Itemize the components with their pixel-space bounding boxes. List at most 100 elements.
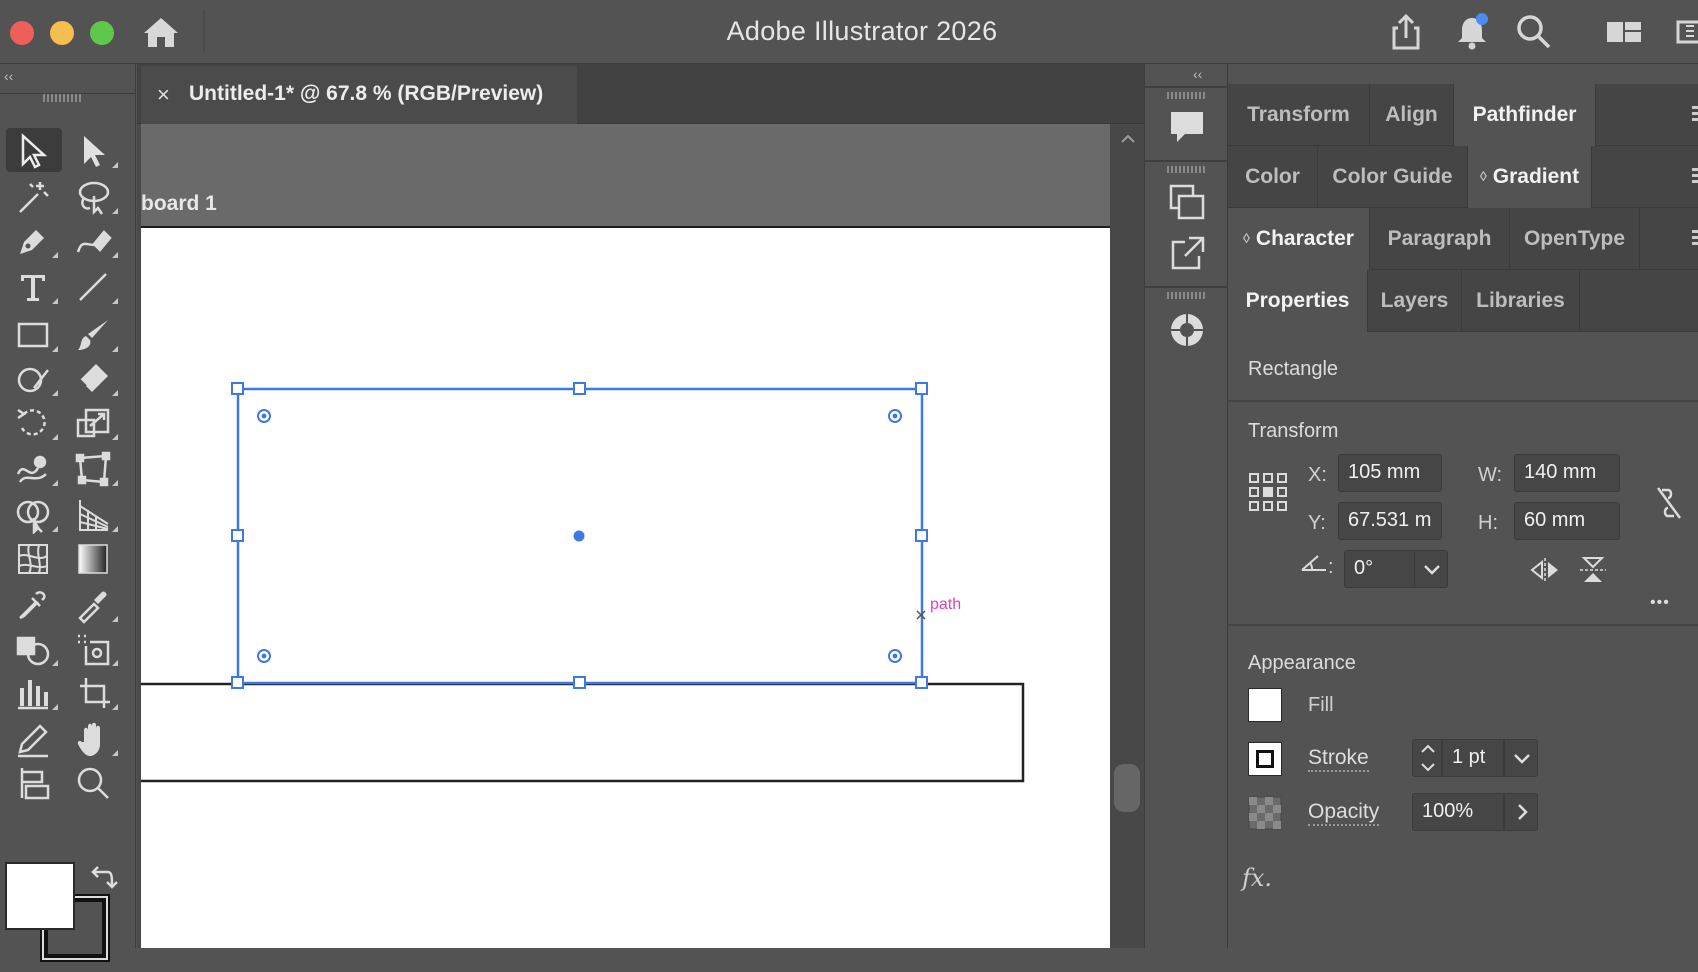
lower-rectangle[interactable] [141,682,1025,783]
rotate-angle-dropdown[interactable] [1414,550,1448,588]
panel-menu-icon[interactable] [1692,106,1698,124]
blend-tool[interactable] [66,582,122,626]
selection-tool[interactable] [6,128,62,172]
tab-opentype[interactable]: OpenType [1510,208,1640,270]
constrain-proportions-icon[interactable] [1654,486,1682,520]
scrollbar-thumb[interactable] [1114,764,1140,812]
pen-tool[interactable] [6,218,62,262]
stroke-weight-stepper[interactable] [1412,739,1442,777]
graph-tool[interactable] [6,670,62,714]
section-divider [1228,624,1698,626]
share-icon[interactable] [1386,12,1426,52]
type-tool[interactable] [6,264,62,308]
pencil-tool[interactable] [6,716,62,760]
flip-vertical-icon[interactable] [1578,556,1608,584]
height-field[interactable]: 60 mm [1514,502,1620,540]
lasso-tool[interactable] [66,174,122,218]
slice-tool[interactable] [66,670,122,714]
y-position-field[interactable]: 67.531 m [1338,502,1442,540]
tab-libraries[interactable]: Libraries [1462,270,1580,332]
dock-grip[interactable] [1167,92,1207,99]
panel-dock: ‹‹ [1144,64,1229,948]
dock-collapse-button[interactable]: ‹‹ [1193,66,1202,82]
free-transform-tool[interactable] [66,446,122,490]
tab-properties[interactable]: Properties [1228,270,1368,332]
dock-grip[interactable] [1167,292,1207,299]
shaper-tool[interactable] [6,356,62,400]
artboard-tool[interactable] [66,626,122,670]
toolbar-grip[interactable] [43,94,83,102]
tab-pathfinder[interactable]: Pathfinder [1454,84,1596,146]
magic-wand-tool[interactable] [6,174,62,218]
canvas[interactable]: board 1 path [141,124,1110,948]
document-tab[interactable]: × Untitled-1* @ 67.8 % (RGB/Preview) [141,66,577,124]
right-panels: Transform Align Pathfinder Color Color G… [1228,64,1698,972]
width-field[interactable]: 140 mm [1514,454,1620,492]
stroke-swatch[interactable] [1248,742,1282,776]
vertical-scrollbar[interactable] [1110,124,1144,948]
eyedropper-tool[interactable] [6,582,62,626]
fill-color-swatch[interactable] [5,862,75,930]
reference-point-icon[interactable] [1248,472,1288,512]
fill-swatch[interactable] [1248,688,1282,722]
panel-icon[interactable] [1674,12,1698,52]
workspace-icon[interactable] [1604,12,1644,52]
scale-tool[interactable] [66,400,122,444]
scroll-up-icon[interactable] [1120,132,1136,144]
rotate-angle-field[interactable]: 0° [1344,550,1414,588]
paintbrush-tool[interactable] [66,312,122,356]
panel-menu-icon[interactable] [1692,168,1698,186]
more-options-icon[interactable]: ••• [1650,594,1670,612]
line-tool[interactable] [66,264,122,308]
tab-color-guide[interactable]: Color Guide [1318,146,1468,208]
close-tab-icon[interactable]: × [157,82,170,108]
opacity-field[interactable]: 100% [1412,793,1504,831]
tab-transform[interactable]: Transform [1228,84,1370,146]
tools-panel: ‹‹ [0,64,136,962]
angle-label: : [1328,556,1334,578]
color-wheel-icon[interactable] [1167,310,1207,350]
toolbar-collapse-button[interactable]: ‹‹ [4,68,13,84]
shape-builder-tool[interactable] [6,492,62,536]
tab-layers[interactable]: Layers [1368,270,1462,332]
selected-rectangle[interactable] [231,382,928,689]
curvature-tool[interactable] [66,218,122,262]
perspective-grid-tool[interactable] [66,492,122,536]
symbol-sprayer-tool[interactable] [6,626,62,670]
print-tiling-tool[interactable] [6,760,62,804]
opacity-expand-button[interactable] [1504,793,1538,831]
artboards-icon[interactable] [1167,182,1207,222]
tab-gradient[interactable]: ◊ Gradient [1468,146,1592,208]
swap-fill-stroke-icon[interactable] [88,864,118,892]
tab-paragraph[interactable]: Paragraph [1370,208,1510,270]
eraser-tool[interactable] [66,356,122,400]
tab-align[interactable]: Align [1370,84,1454,146]
tab-color[interactable]: Color [1228,146,1318,208]
rectangle-tool[interactable] [6,312,62,356]
search-icon[interactable] [1514,12,1554,52]
warp-tool[interactable] [6,446,62,490]
rotate-tool[interactable] [6,400,62,444]
stroke-weight-dropdown[interactable] [1504,739,1538,777]
opacity-label[interactable]: Opacity [1308,800,1380,826]
zoom-magnifier-icon [77,767,109,799]
fx-effects-icon[interactable]: fx. [1242,864,1272,892]
x-position-field[interactable]: 105 mm [1338,454,1442,492]
center-point [573,530,585,542]
dock-grip[interactable] [1167,166,1207,173]
stroke-weight-field[interactable]: 1 pt [1442,739,1504,777]
comments-icon[interactable] [1167,108,1207,148]
flip-horizontal-icon[interactable] [1530,556,1560,584]
panel-menu-icon[interactable] [1692,230,1698,248]
mesh-tool[interactable] [6,536,62,580]
gradient-tool[interactable] [66,536,122,580]
bell-icon[interactable] [1452,12,1492,52]
export-icon[interactable] [1167,234,1207,274]
gradient-swatch-icon [78,544,108,574]
hand-tool[interactable] [66,716,122,760]
zoom-tool[interactable] [66,760,122,804]
direct-selection-tool[interactable] [66,128,122,172]
tab-character[interactable]: ◊ Character [1228,208,1370,270]
y-label: Y: [1308,512,1326,534]
stroke-label[interactable]: Stroke [1308,746,1369,772]
